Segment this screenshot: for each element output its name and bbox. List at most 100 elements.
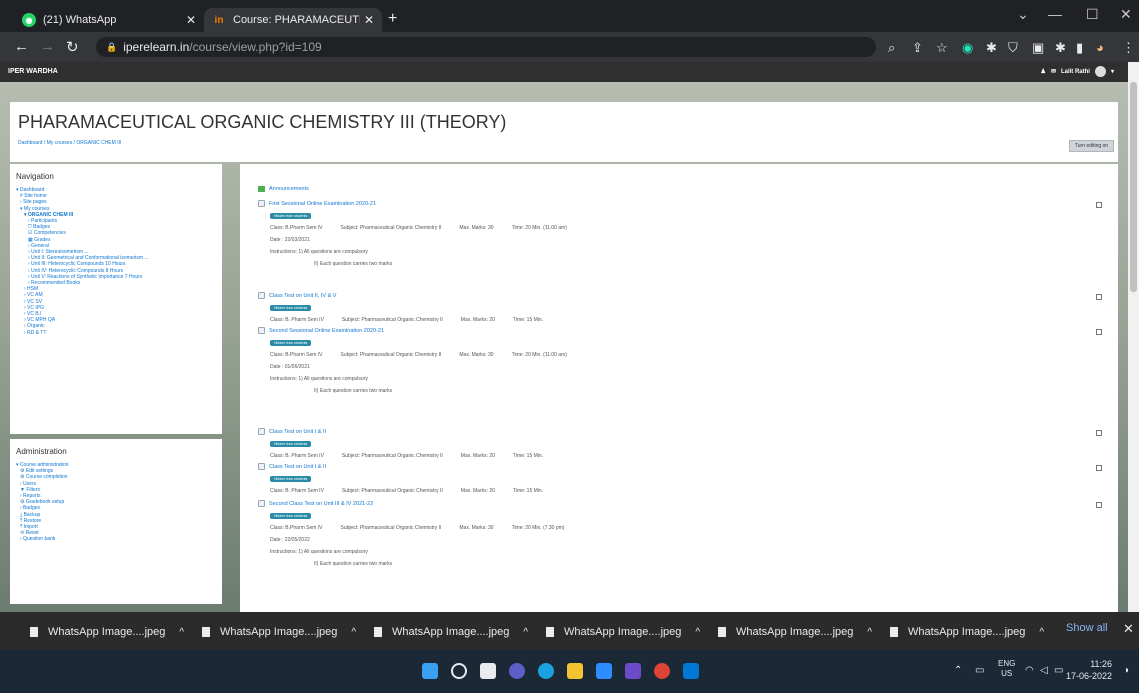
share-icon[interactable]: ⇪ [912, 40, 923, 56]
battery-icon[interactable]: ▭ [1054, 665, 1063, 676]
wifi-icon[interactable]: ◠ [1025, 665, 1034, 676]
administration-tree: ▾ Course administration ⚙ Edit settings ⚙ … [10, 462, 222, 543]
notifications-icon[interactable]: ◗ [1124, 665, 1130, 676]
download-item[interactable]: WhatsApp Image....jpeg ^ [374, 622, 528, 642]
site-name[interactable]: IPER WARDHA [8, 68, 58, 75]
activity-link[interactable]: Second Class Test on Unit III & IV 2021-… [258, 500, 1108, 507]
minimize-button[interactable]: — [1048, 6, 1062, 22]
extension-grammarly-icon[interactable]: ◉ [962, 40, 973, 56]
message-icon[interactable]: ✉ [1051, 68, 1056, 75]
activity-link[interactable]: Class Test on Unit I & II [258, 463, 1108, 470]
menu-kebab-icon[interactable]: ⋮ [1122, 40, 1135, 56]
lock-icon: 🔒 [106, 41, 118, 52]
chevron-up-icon[interactable]: ^ [695, 627, 700, 638]
forward-arrow-icon[interactable]: → [40, 38, 55, 55]
extension-shield-icon[interactable]: ⛉ [1008, 40, 1018, 56]
chevron-up-icon[interactable]: ^ [867, 627, 872, 638]
scrollbar-thumb[interactable] [1130, 82, 1137, 292]
clock[interactable]: 11:26 17-06-2022 [1066, 658, 1112, 682]
tab-search-icon[interactable]: ⌄ [1017, 6, 1029, 23]
chat-icon[interactable] [509, 663, 525, 679]
chevron-up-icon[interactable]: ^ [351, 627, 356, 638]
tree-item[interactable]: › RD & TT [16, 330, 222, 336]
completion-checkbox[interactable] [1096, 502, 1102, 508]
time-text: Time: 20 Min. (7.30 pm) [511, 525, 565, 531]
close-window-button[interactable]: ✕ [1120, 6, 1132, 23]
chrome-icon[interactable] [654, 663, 670, 679]
app-icon[interactable] [683, 663, 699, 679]
keyboard-icon[interactable]: ▭ [975, 665, 984, 676]
close-icon[interactable]: ✕ [364, 13, 374, 27]
subject-text: Subject: Pharmaceutical Organic Chemistr… [340, 352, 442, 358]
zoom-icon[interactable]: ⌕ [888, 40, 895, 56]
chevron-up-icon[interactable]: ^ [1039, 627, 1044, 638]
activity-link[interactable]: Class Test on Unit I & II [258, 428, 1108, 435]
task-view-icon[interactable] [480, 663, 496, 679]
activity-title: Second Class Test on Unit III & IV 2021-… [269, 500, 374, 507]
close-icon[interactable]: ✕ [186, 13, 196, 27]
download-item[interactable]: WhatsApp Image....jpeg ^ [30, 622, 184, 642]
extension-icon[interactable]: ✱ [986, 40, 997, 56]
new-tab-button[interactable]: + [388, 10, 397, 28]
download-item[interactable]: WhatsApp Image....jpeg ^ [718, 622, 872, 642]
url-domain: iperelearn.in [123, 40, 190, 54]
windows-start-icon[interactable] [422, 663, 438, 679]
time-text: Time: 15 Min. [512, 317, 544, 323]
download-item[interactable]: WhatsApp Image....jpeg ^ [890, 622, 1044, 642]
chevron-up-icon[interactable]: ^ [523, 627, 528, 638]
tab-course[interactable]: in Course: PHARAMACEUTICAL OR ✕ [204, 8, 382, 32]
completion-checkbox[interactable] [1096, 202, 1102, 208]
chevron-up-icon[interactable]: ^ [179, 627, 184, 638]
announcements-link[interactable]: Announcements [258, 186, 309, 192]
profile-avatar-icon[interactable]: ◕ [1096, 40, 1104, 55]
language-indicator[interactable]: ENG US [998, 659, 1015, 679]
file-explorer-icon[interactable] [567, 663, 583, 679]
instructions-text: Instructions: 1) All questions are compu… [270, 549, 368, 555]
search-icon[interactable] [451, 663, 467, 679]
web-page: IPER WARDHA ♟ ✉ Lalit Rathi ▾ PHARAMACEU… [0, 62, 1128, 612]
instructions-text: Instructions: 1) All questions are compu… [270, 376, 368, 382]
extensions-puzzle-icon[interactable]: ✱ [1055, 40, 1066, 56]
completion-checkbox[interactable] [1096, 329, 1102, 335]
download-item[interactable]: WhatsApp Image....jpeg ^ [546, 622, 700, 642]
activity-link[interactable]: First Sessional Online Examination 2020-… [258, 200, 1108, 207]
file-icon [718, 627, 726, 637]
tree-item[interactable]: › Question bank [16, 536, 222, 542]
download-filename: WhatsApp Image....jpeg [48, 626, 166, 638]
show-all-downloads-link[interactable]: Show all [1066, 622, 1108, 634]
url-path: /course/view.php?id=109 [189, 40, 322, 54]
reload-icon[interactable]: ↻ [66, 38, 79, 56]
edge-icon[interactable] [538, 663, 554, 679]
turn-editing-on-button[interactable]: Turn editing on [1069, 140, 1114, 152]
user-menu[interactable]: ♟ ✉ Lalit Rathi ▾ [1041, 66, 1114, 77]
language-code: ENG [998, 659, 1016, 668]
completion-checkbox[interactable] [1096, 430, 1102, 436]
extension-box-icon[interactable]: ▣ [1032, 40, 1044, 56]
chevron-down-icon[interactable]: ▾ [1111, 68, 1114, 75]
page-scrollbar[interactable] [1128, 62, 1139, 612]
tab-whatsapp[interactable]: ◉ (21) WhatsApp ✕ [14, 8, 204, 32]
chevron-up-icon[interactable]: ⌃ [954, 665, 962, 676]
activity-link[interactable]: Class Test on Unit II, IV & V [258, 292, 1108, 299]
maximize-button[interactable]: ☐ [1086, 6, 1099, 23]
download-item[interactable]: WhatsApp Image....jpeg ^ [202, 622, 356, 642]
breadcrumb[interactable]: Dashboard / My courses / ORGANIC CHEM II… [18, 140, 121, 146]
back-arrow-icon[interactable]: ← [14, 38, 29, 55]
marks-text: Max. Marks: 30 [459, 352, 494, 358]
volume-icon[interactable]: ◁ [1040, 665, 1048, 676]
url-field[interactable]: 🔒 iperelearn.in /course/view.php?id=109 [96, 37, 876, 57]
notification-icon[interactable]: ♟ [1041, 68, 1046, 75]
completion-checkbox[interactable] [1096, 294, 1102, 300]
completion-checkbox[interactable] [1096, 465, 1102, 471]
close-icon[interactable]: ✕ [1123, 621, 1134, 637]
app-icon[interactable] [625, 663, 641, 679]
time-text: Time: 15 Min. [512, 453, 544, 459]
activity-link[interactable]: Second Sessional Online Examination 2020… [258, 327, 1108, 334]
avatar[interactable] [1094, 66, 1106, 77]
side-panel-icon[interactable]: ▮ [1076, 40, 1083, 56]
activity-item: Class Test on Unit II, IV & V Hidden from… [258, 292, 1108, 323]
activity-details: Class: B.Pharm Sem IV Subject: Pharmaceut… [270, 352, 1108, 358]
bookmark-star-icon[interactable]: ☆ [936, 40, 948, 56]
mail-icon[interactable] [596, 663, 612, 679]
marks-text: Max. Marks: 30 [459, 525, 494, 531]
